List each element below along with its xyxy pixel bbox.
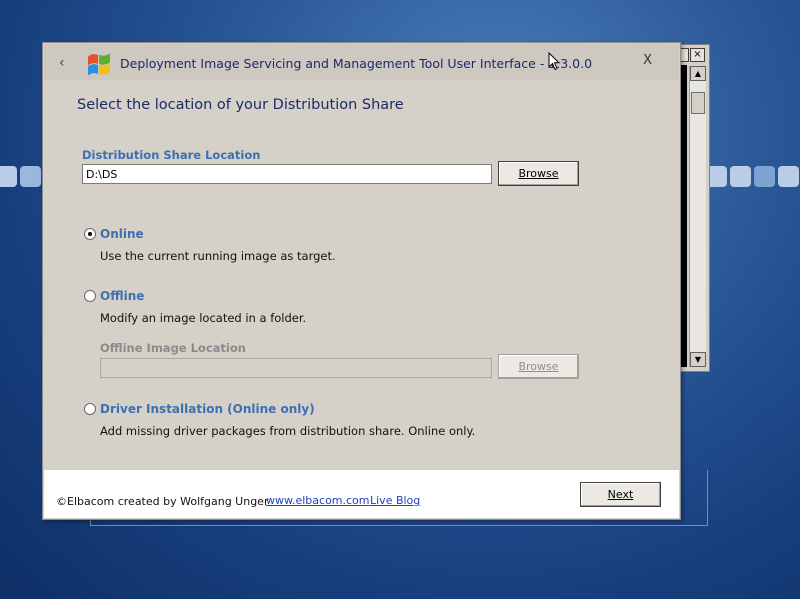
decoration-dot	[778, 166, 799, 187]
decoration-dot	[754, 166, 775, 187]
next-button[interactable]: Next	[580, 482, 661, 507]
console-close-button[interactable]: ×	[690, 48, 705, 62]
offline-option-title[interactable]: Offline	[100, 289, 144, 303]
window-title: Deployment Image Servicing and Managemen…	[120, 56, 593, 71]
desktop-decoration-right	[706, 166, 799, 190]
dialog-footer: ©Elbacom created by Wolfgang Unger www.e…	[44, 470, 679, 518]
distribution-browse-button[interactable]: Browse	[498, 161, 579, 186]
offline-location-label: Offline Image Location	[100, 341, 246, 355]
page-heading: Select the location of your Distribution…	[77, 97, 404, 113]
back-button[interactable]: ‹	[59, 56, 65, 70]
decoration-dot	[730, 166, 751, 187]
live-blog-link[interactable]: Live Blog	[370, 494, 420, 507]
close-button[interactable]: X	[643, 53, 652, 68]
offline-option-description: Modify an image located in a folder.	[100, 311, 307, 325]
online-option-title[interactable]: Online	[100, 227, 144, 241]
distribution-share-label: Distribution Share Location	[82, 148, 261, 162]
scroll-thumb[interactable]	[691, 92, 705, 114]
desktop-decoration-left	[0, 166, 41, 190]
title-bar: ‹ Deployment Image Servicing and Managem…	[44, 44, 679, 80]
windows-flag-icon	[88, 53, 110, 76]
driver-radio[interactable]	[84, 403, 96, 415]
radio-selected-dot	[88, 232, 92, 236]
distribution-share-input[interactable]	[82, 164, 492, 184]
online-option-description: Use the current running image as target.	[100, 249, 336, 263]
offline-location-input[interactable]	[100, 358, 492, 378]
scroll-up-icon[interactable]: ▲	[690, 66, 706, 81]
decoration-dot	[0, 166, 17, 187]
dism-dialog: ‹ Deployment Image Servicing and Managem…	[42, 42, 681, 520]
mouse-pointer-icon	[548, 52, 561, 71]
driver-option-description: Add missing driver packages from distrib…	[100, 424, 476, 438]
online-radio[interactable]	[84, 228, 96, 240]
console-scrollbar[interactable]: ▲ ▼	[689, 66, 706, 367]
offline-browse-button[interactable]: Browse	[498, 354, 579, 379]
website-link[interactable]: www.elbacom.com	[266, 494, 370, 507]
decoration-dot	[20, 166, 41, 187]
copyright-text: ©Elbacom created by Wolfgang Unger	[56, 495, 269, 508]
offline-radio[interactable]	[84, 290, 96, 302]
maximize-icon[interactable]	[680, 48, 689, 62]
driver-option-title[interactable]: Driver Installation (Online only)	[100, 402, 315, 416]
scroll-down-icon[interactable]: ▼	[690, 352, 706, 367]
